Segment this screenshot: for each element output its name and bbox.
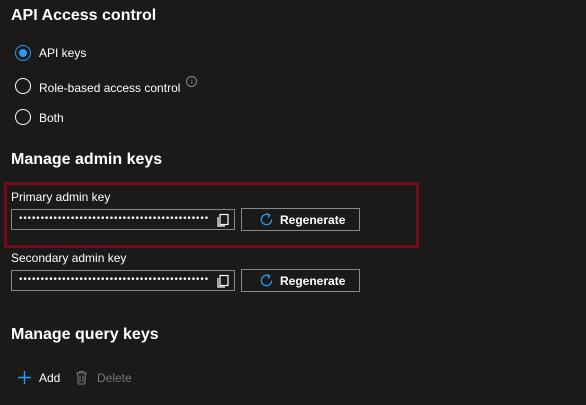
delete-label: Delete bbox=[97, 370, 132, 385]
primary-regenerate-button[interactable]: Regenerate bbox=[241, 208, 360, 231]
copy-icon[interactable] bbox=[216, 213, 230, 227]
trash-icon bbox=[76, 370, 87, 385]
primary-key-label: Primary admin key bbox=[11, 190, 111, 204]
plus-icon bbox=[18, 371, 31, 384]
copy-icon[interactable] bbox=[216, 274, 230, 288]
add-button[interactable]: Add bbox=[17, 370, 60, 385]
primary-key-field[interactable]: ••••••••••••••••••••••••••••••••••••••••… bbox=[11, 209, 235, 230]
radio-api-keys[interactable]: API keys bbox=[15, 45, 86, 61]
add-label: Add bbox=[39, 370, 61, 385]
primary-key-value: ••••••••••••••••••••••••••••••••••••••••… bbox=[18, 214, 209, 224]
query-keys-title: Manage query keys bbox=[11, 326, 159, 343]
delete-button[interactable]: Delete bbox=[75, 370, 132, 385]
secondary-key-field[interactable]: ••••••••••••••••••••••••••••••••••••••••… bbox=[11, 270, 235, 291]
radio-label-api-keys: API keys bbox=[39, 46, 87, 60]
admin-keys-title: Manage admin keys bbox=[11, 151, 163, 168]
info-icon[interactable]: i bbox=[186, 75, 198, 87]
refresh-icon bbox=[260, 212, 273, 226]
radio-button[interactable] bbox=[15, 78, 31, 94]
radio-label-role-based: Role-based access control bbox=[39, 81, 181, 95]
primary-regenerate-label: Regenerate bbox=[280, 212, 346, 227]
secondary-regenerate-button[interactable]: Regenerate bbox=[241, 269, 360, 292]
secondary-key-value: ••••••••••••••••••••••••••••••••••••••••… bbox=[18, 275, 209, 285]
refresh-icon bbox=[260, 273, 273, 287]
secondary-key-label: Secondary admin key bbox=[11, 251, 127, 265]
radio-button-checked[interactable] bbox=[15, 45, 31, 61]
radio-button[interactable] bbox=[15, 109, 31, 125]
radio-role-based[interactable]: Role-based access control i bbox=[15, 75, 198, 95]
radio-both[interactable]: Both bbox=[15, 109, 64, 125]
secondary-regenerate-label: Regenerate bbox=[280, 273, 346, 288]
radio-label-both: Both bbox=[39, 111, 64, 125]
api-access-title: API Access control bbox=[11, 7, 157, 24]
